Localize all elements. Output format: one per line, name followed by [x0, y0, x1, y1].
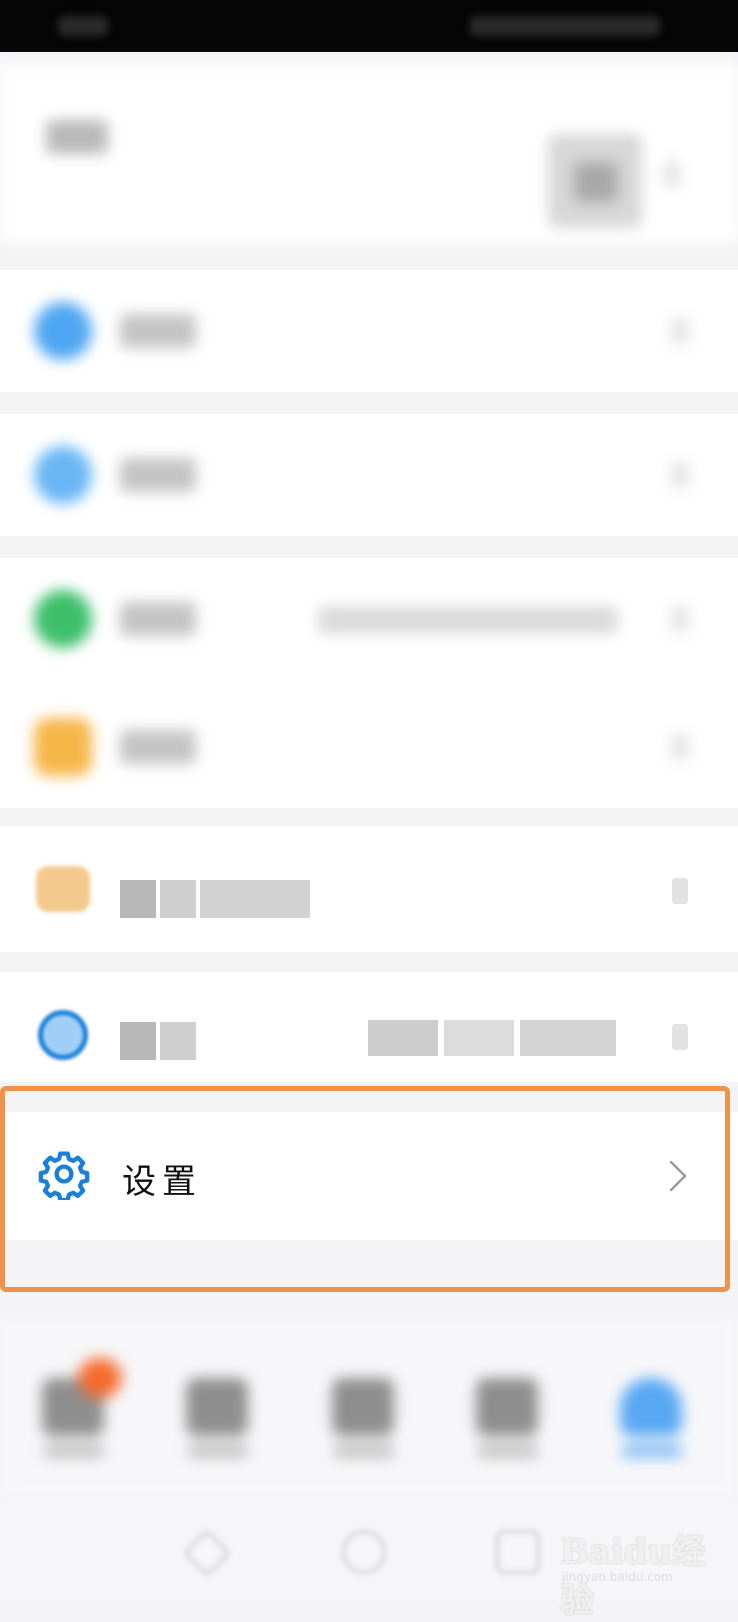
- menu-item-detail: [520, 1020, 616, 1056]
- system-nav-bar: [0, 1500, 738, 1600]
- unread-badge: [78, 1358, 122, 1398]
- menu-card-2: [0, 414, 738, 536]
- menu-item-label: [160, 1022, 196, 1060]
- profile-card[interactable]: [0, 64, 738, 242]
- profile-name: [46, 120, 108, 154]
- bottom-tab-bar: [0, 1316, 738, 1498]
- qr-code-icon: [574, 162, 618, 202]
- settings-row[interactable]: 设置: [0, 1112, 738, 1240]
- status-icons: [470, 16, 660, 36]
- menu-item-1[interactable]: [0, 270, 738, 392]
- favorites-icon: [34, 446, 92, 504]
- gear-icon: [38, 1151, 90, 1200]
- tab-me-label: [622, 1444, 682, 1458]
- menu-item-label: [120, 880, 156, 918]
- chevron-right-icon: [672, 734, 688, 760]
- chevron-right-icon: [672, 318, 688, 344]
- menu-item-5[interactable]: [0, 826, 738, 952]
- tab-me[interactable]: [620, 1378, 682, 1436]
- status-bar: [0, 0, 738, 52]
- menu-item-label: [120, 458, 196, 492]
- menu-item-label: [120, 1022, 156, 1060]
- chevron-right-icon: [664, 160, 680, 188]
- home-button[interactable]: [342, 1530, 386, 1574]
- settings-label: 设置: [122, 1162, 202, 1202]
- wallet-icon: [34, 302, 92, 360]
- menu-item-6[interactable]: [0, 972, 738, 1082]
- menu-item-2[interactable]: [0, 414, 738, 536]
- menu-item-3[interactable]: [0, 558, 738, 680]
- menu-item-detail: [444, 1020, 514, 1056]
- menu-card-4: [0, 826, 738, 952]
- tab-mini[interactable]: [476, 1378, 538, 1436]
- menu-item-label: [120, 730, 196, 764]
- menu-item-detail: [318, 606, 618, 634]
- chevron-right-icon: [672, 1024, 688, 1050]
- chevron-right-icon: [672, 878, 688, 904]
- moments-icon: [34, 590, 92, 648]
- chevron-right-icon: [672, 462, 688, 488]
- heart-icon: [36, 866, 90, 912]
- status-time: [58, 16, 108, 36]
- tab-contacts-label: [188, 1444, 248, 1458]
- tab-chats-label: [44, 1444, 104, 1458]
- menu-item-detail: [368, 1020, 438, 1056]
- menu-item-label: [120, 314, 196, 348]
- chevron-right-icon: [672, 606, 688, 632]
- tab-contacts[interactable]: [186, 1378, 248, 1436]
- tab-mini-label: [478, 1444, 538, 1458]
- menu-card-5: [0, 972, 738, 1082]
- menu-item-label: [120, 602, 196, 636]
- service-icon: [38, 1010, 88, 1060]
- menu-item-4[interactable]: [0, 686, 738, 808]
- cards-icon: [34, 718, 92, 776]
- tab-discover-label: [334, 1444, 394, 1458]
- recents-button[interactable]: [496, 1530, 540, 1574]
- tab-discover[interactable]: [332, 1378, 394, 1436]
- menu-card-1: [0, 270, 738, 392]
- menu-card-3: [0, 558, 738, 808]
- back-button[interactable]: [182, 1528, 232, 1578]
- menu-item-label: [160, 880, 196, 918]
- chevron-right-icon: [669, 1160, 687, 1192]
- menu-item-label: [200, 880, 310, 918]
